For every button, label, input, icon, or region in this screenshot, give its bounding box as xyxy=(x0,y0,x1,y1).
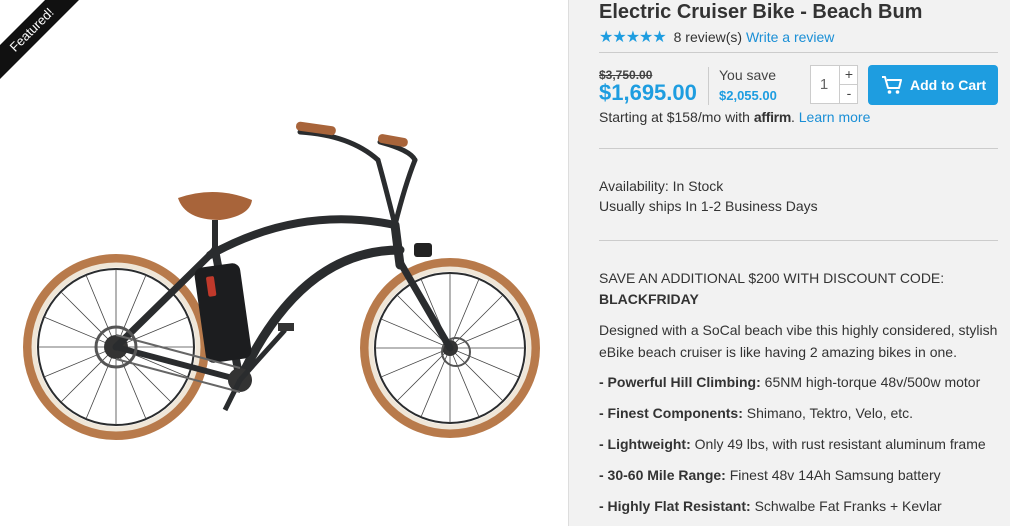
add-to-cart-label: Add to Cart xyxy=(910,77,987,93)
quantity-input[interactable]: 1 xyxy=(811,66,837,103)
feature-text: Shimano, Tektro, Velo, etc. xyxy=(742,405,914,421)
product-description: Designed with a SoCal beach vibe this hi… xyxy=(599,322,998,360)
availability-status: Availability: In Stock xyxy=(599,178,724,194)
bike-image[interactable] xyxy=(0,0,568,526)
quantity-stepper[interactable]: 1 + - xyxy=(810,65,858,104)
feature-label: - Lightweight: xyxy=(599,436,691,452)
learn-more-link[interactable]: Learn more xyxy=(799,109,871,125)
feature-label: - Highly Flat Resistant: xyxy=(599,498,751,514)
feature-text: Finest 48v 14Ah Samsung battery xyxy=(725,467,941,483)
you-save-label: You save xyxy=(719,67,777,83)
product-image-panel: Featured! xyxy=(0,0,569,526)
product-title: Electric Cruiser Bike - Beach Bum xyxy=(599,1,923,23)
promo-text: SAVE AN ADDITIONAL $200 WITH DISCOUNT CO… xyxy=(599,270,945,286)
write-review-link[interactable]: Write a review xyxy=(746,29,834,45)
financing-text: Starting at $158/mo with xyxy=(599,109,750,125)
save-amount: $2,055.00 xyxy=(719,88,777,103)
feature-text: 65NM high-torque 48v/500w motor xyxy=(760,374,981,390)
financing-period: . xyxy=(790,109,795,125)
price-divider xyxy=(708,67,709,105)
financing-line: Starting at $158/mo with affirm. Learn m… xyxy=(599,109,870,125)
headlight xyxy=(414,243,432,257)
feature-item: - 30-60 Mile Range: Finest 48v 14Ah Sams… xyxy=(599,467,941,483)
star-rating-icon: ★★★★★ xyxy=(599,29,667,46)
affirm-logo: affirm xyxy=(753,109,791,125)
shopping-cart-icon xyxy=(882,76,902,94)
rating-row: ★★★★★ 8 review(s) Write a review xyxy=(599,27,834,47)
quantity-decrease-button[interactable]: - xyxy=(839,85,858,103)
review-count[interactable]: 8 review(s) xyxy=(674,29,742,45)
current-price: $1,695.00 xyxy=(599,80,697,105)
bike-frame xyxy=(112,129,454,385)
divider xyxy=(599,148,998,149)
feature-text: Only 49 lbs, with rust resistant aluminu… xyxy=(690,436,986,452)
feature-text: Schwalbe Fat Franks + Kevlar xyxy=(750,498,942,514)
promo-code: BLACKFRIDAY xyxy=(599,291,699,307)
feature-item: - Highly Flat Resistant: Schwalbe Fat Fr… xyxy=(599,498,942,514)
feature-label: - 30-60 Mile Range: xyxy=(599,467,726,483)
feature-label: - Powerful Hill Climbing: xyxy=(599,374,761,390)
feature-item: - Powerful Hill Climbing: 65NM high-torq… xyxy=(599,374,980,390)
divider xyxy=(599,240,998,241)
divider xyxy=(599,52,998,53)
feature-label: - Finest Components: xyxy=(599,405,743,421)
add-to-cart-button[interactable]: Add to Cart xyxy=(868,65,998,105)
feature-item: - Lightweight: Only 49 lbs, with rust re… xyxy=(599,436,986,452)
feature-item: - Finest Components: Shimano, Tektro, Ve… xyxy=(599,405,913,421)
shipping-info: Usually ships In 1-2 Business Days xyxy=(599,198,818,214)
quantity-increase-button[interactable]: + xyxy=(839,66,858,85)
